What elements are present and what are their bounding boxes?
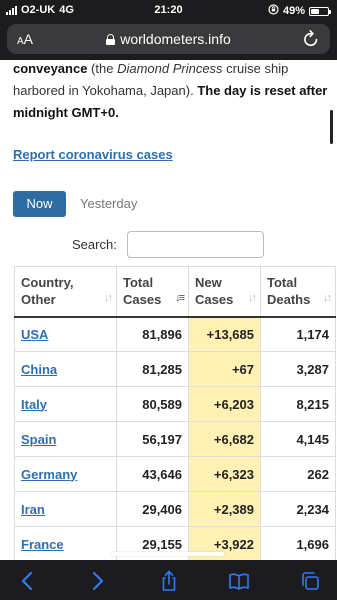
cell-country[interactable]: Germany: [14, 456, 117, 492]
reload-icon[interactable]: [302, 29, 320, 54]
cell-total-cases: 81,896: [116, 316, 189, 352]
table-row: China 81,285 +67 3,287: [14, 351, 336, 387]
header-new-cases[interactable]: New Cases ↓↑: [188, 266, 261, 318]
cell-new-cases: +13,685: [188, 316, 261, 352]
header-country[interactable]: Country, Other ↓↑: [14, 266, 117, 318]
page-scroll-indicator: [330, 110, 333, 144]
cell-total-deaths: 3,287: [260, 351, 336, 387]
cell-total-cases: 81,285: [116, 351, 189, 387]
browser-top-chrome: O2-UK 4G 21:20 49% AA worldometers.info: [0, 0, 337, 60]
cell-total-cases: 80,589: [116, 386, 189, 422]
battery-icon: [309, 6, 331, 16]
sort-icon: ↓↑: [248, 291, 257, 304]
web-page-content: conveyance (the Diamond Princess cruise …: [0, 60, 337, 560]
sort-icon: ↓↑: [323, 291, 332, 304]
header-total-cases[interactable]: Total Cases ↓≡: [116, 266, 189, 318]
country-link[interactable]: China: [21, 362, 57, 377]
lock-icon: [106, 33, 116, 45]
country-link[interactable]: Italy: [21, 397, 47, 412]
country-link[interactable]: Spain: [21, 432, 56, 447]
table-row: Germany 43,646 +6,323 262: [14, 456, 336, 492]
browser-toolbar: [0, 560, 337, 600]
country-link[interactable]: France: [21, 537, 64, 552]
country-link[interactable]: Germany: [21, 467, 77, 482]
cell-total-deaths: 2,234: [260, 491, 336, 527]
cell-total-cases: 43,646: [116, 456, 189, 492]
status-bar: O2-UK 4G 21:20 49%: [0, 0, 337, 20]
cell-country[interactable]: Italy: [14, 386, 117, 422]
country-link[interactable]: USA: [21, 327, 48, 342]
share-icon[interactable]: [158, 570, 180, 592]
home-indicator[interactable]: [112, 552, 224, 556]
cell-total-cases: 29,406: [116, 491, 189, 527]
cell-new-cases: +67: [188, 351, 261, 387]
cell-total-deaths: 8,215: [260, 386, 336, 422]
table-row: USA 81,896 +13,685 1,174: [14, 316, 336, 352]
table-row: Iran 29,406 +2,389 2,234: [14, 491, 336, 527]
bookmarks-icon[interactable]: [228, 570, 250, 592]
cell-total-deaths: 262: [260, 456, 336, 492]
cell-new-cases: +6,203: [188, 386, 261, 422]
cell-country[interactable]: Spain: [14, 421, 117, 457]
sort-desc-icon: ↓≡: [175, 291, 185, 304]
cell-new-cases: +6,323: [188, 456, 261, 492]
orientation-lock-icon: [268, 4, 279, 18]
tab-yesterday[interactable]: Yesterday: [80, 191, 137, 217]
cell-total-deaths: 1,174: [260, 316, 336, 352]
cases-table: Country, Other ↓↑ Total Cases ↓≡ New Cases …: [14, 266, 336, 560]
table-row: Spain 56,197 +6,682 4,145: [14, 421, 336, 457]
search-label: Search:: [72, 237, 117, 252]
cell-country[interactable]: France: [14, 526, 117, 560]
cell-total-deaths: 1,696: [260, 526, 336, 560]
search-input[interactable]: [127, 231, 264, 258]
table-row: Italy 80,589 +6,203 8,215: [14, 386, 336, 422]
sort-icon: ↓↑: [104, 291, 113, 304]
cell-new-cases: +6,682: [188, 421, 261, 457]
forward-icon[interactable]: [86, 570, 108, 592]
cell-country[interactable]: China: [14, 351, 117, 387]
cell-total-deaths: 4,145: [260, 421, 336, 457]
tabs-icon[interactable]: [299, 570, 321, 592]
country-link[interactable]: Iran: [21, 502, 45, 517]
cell-total-cases: 56,197: [116, 421, 189, 457]
tab-now[interactable]: Now: [13, 191, 66, 217]
report-cases-link[interactable]: Report coronavirus cases: [13, 147, 173, 162]
back-icon[interactable]: [17, 570, 39, 592]
cell-new-cases: +2,389: [188, 491, 261, 527]
intro-paragraph: conveyance (the Diamond Princess cruise …: [13, 61, 328, 120]
table-header-row: Country, Other ↓↑ Total Cases ↓≡ New Cases …: [14, 266, 336, 318]
battery-level-fill: [311, 8, 319, 14]
header-total-deaths[interactable]: Total Deaths ↓↑: [260, 266, 336, 318]
cell-country[interactable]: Iran: [14, 491, 117, 527]
battery-percent: 49%: [282, 5, 305, 17]
cell-country[interactable]: USA: [14, 316, 117, 352]
address-bar[interactable]: AA worldometers.info: [7, 24, 330, 54]
url-text[interactable]: worldometers.info: [120, 31, 231, 47]
